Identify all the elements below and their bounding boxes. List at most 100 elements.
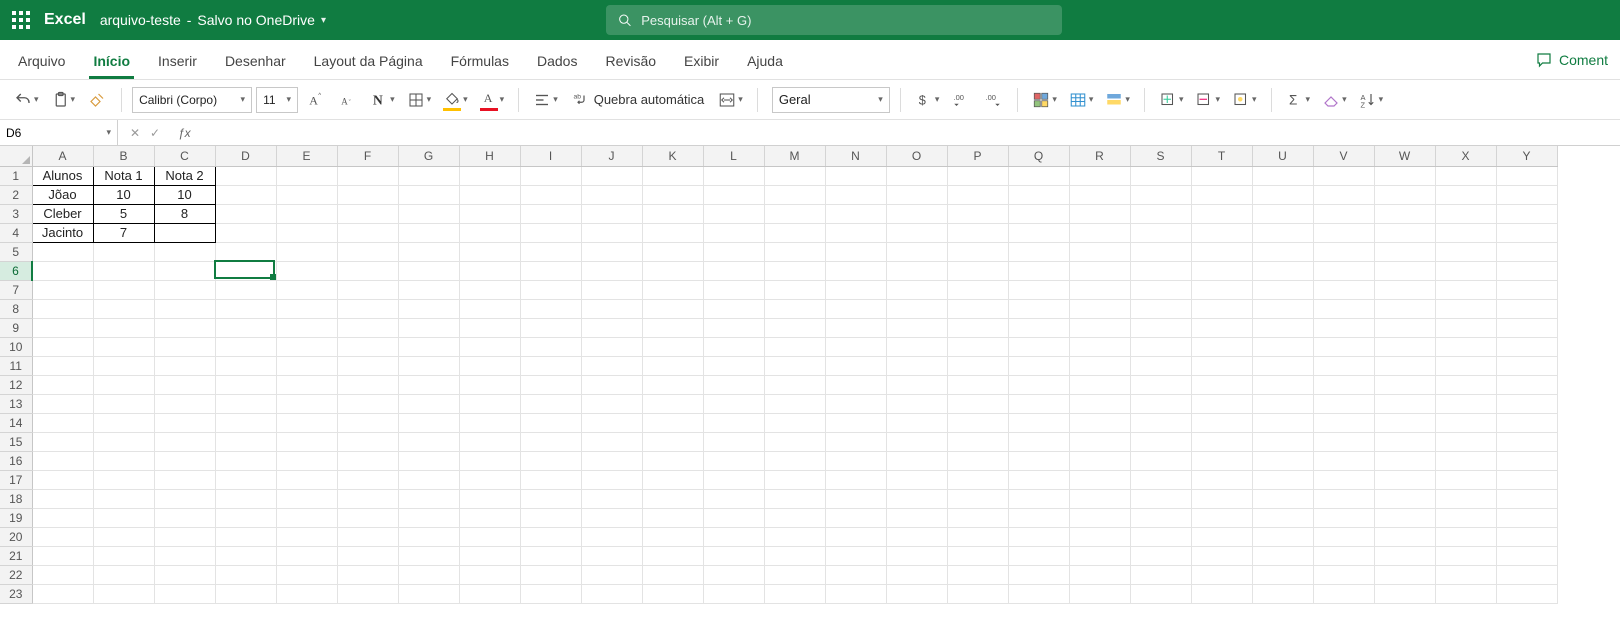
cell-S13[interactable]	[1130, 394, 1191, 413]
cell-C8[interactable]	[154, 299, 215, 318]
cell-J9[interactable]	[581, 318, 642, 337]
cell-I21[interactable]	[520, 546, 581, 565]
cell-S15[interactable]	[1130, 432, 1191, 451]
cell-N1[interactable]	[825, 166, 886, 185]
cell-Y18[interactable]	[1496, 489, 1557, 508]
cell-G6[interactable]	[398, 261, 459, 280]
cell-G20[interactable]	[398, 527, 459, 546]
cell-D7[interactable]	[215, 280, 276, 299]
cell-O22[interactable]	[886, 565, 947, 584]
cell-M14[interactable]	[764, 413, 825, 432]
cell-T23[interactable]	[1191, 584, 1252, 603]
cell-H21[interactable]	[459, 546, 520, 565]
cell-C13[interactable]	[154, 394, 215, 413]
cell-F15[interactable]	[337, 432, 398, 451]
name-box-input[interactable]	[6, 126, 66, 140]
cell-P1[interactable]	[947, 166, 1008, 185]
cell-V19[interactable]	[1313, 508, 1374, 527]
cell-Q20[interactable]	[1008, 527, 1069, 546]
cell-styles-button[interactable]: ▾	[1101, 86, 1134, 114]
cell-K9[interactable]	[642, 318, 703, 337]
col-header-M[interactable]: M	[764, 146, 825, 166]
cell-X3[interactable]	[1435, 204, 1496, 223]
cell-M13[interactable]	[764, 394, 825, 413]
cell-X7[interactable]	[1435, 280, 1496, 299]
cell-E23[interactable]	[276, 584, 337, 603]
cell-F12[interactable]	[337, 375, 398, 394]
cell-J10[interactable]	[581, 337, 642, 356]
cell-W10[interactable]	[1374, 337, 1435, 356]
cell-K7[interactable]	[642, 280, 703, 299]
cell-U12[interactable]	[1252, 375, 1313, 394]
cell-Q22[interactable]	[1008, 565, 1069, 584]
cell-D23[interactable]	[215, 584, 276, 603]
undo-button[interactable]: ▾	[10, 86, 43, 114]
cell-U11[interactable]	[1252, 356, 1313, 375]
cell-F8[interactable]	[337, 299, 398, 318]
row-header-9[interactable]: 9	[0, 318, 32, 337]
cell-Y13[interactable]	[1496, 394, 1557, 413]
cell-O15[interactable]	[886, 432, 947, 451]
cell-W1[interactable]	[1374, 166, 1435, 185]
cell-C6[interactable]	[154, 261, 215, 280]
cell-Y2[interactable]	[1496, 185, 1557, 204]
cell-L15[interactable]	[703, 432, 764, 451]
cell-R3[interactable]	[1069, 204, 1130, 223]
cell-H1[interactable]	[459, 166, 520, 185]
cell-Q3[interactable]	[1008, 204, 1069, 223]
cell-L14[interactable]	[703, 413, 764, 432]
cell-W14[interactable]	[1374, 413, 1435, 432]
wrap-text-button[interactable]: abQuebra automática	[566, 86, 711, 114]
cell-C2[interactable]: 10	[154, 185, 215, 204]
cell-I4[interactable]	[520, 223, 581, 242]
cell-I19[interactable]	[520, 508, 581, 527]
cell-I23[interactable]	[520, 584, 581, 603]
cell-G19[interactable]	[398, 508, 459, 527]
cell-R1[interactable]	[1069, 166, 1130, 185]
cell-B2[interactable]: 10	[93, 185, 154, 204]
cell-R8[interactable]	[1069, 299, 1130, 318]
cell-Y8[interactable]	[1496, 299, 1557, 318]
cell-V21[interactable]	[1313, 546, 1374, 565]
format-painter-button[interactable]	[83, 86, 111, 114]
cell-J7[interactable]	[581, 280, 642, 299]
cell-D3[interactable]	[215, 204, 276, 223]
cell-B20[interactable]	[93, 527, 154, 546]
cell-B6[interactable]	[93, 261, 154, 280]
cell-L11[interactable]	[703, 356, 764, 375]
cell-W19[interactable]	[1374, 508, 1435, 527]
cell-A11[interactable]	[32, 356, 93, 375]
cell-O12[interactable]	[886, 375, 947, 394]
cell-V15[interactable]	[1313, 432, 1374, 451]
cell-V4[interactable]	[1313, 223, 1374, 242]
cell-M23[interactable]	[764, 584, 825, 603]
cell-M21[interactable]	[764, 546, 825, 565]
name-box[interactable]: ▾	[0, 120, 118, 145]
cell-V7[interactable]	[1313, 280, 1374, 299]
cell-K6[interactable]	[642, 261, 703, 280]
cell-D13[interactable]	[215, 394, 276, 413]
cell-J3[interactable]	[581, 204, 642, 223]
cell-R7[interactable]	[1069, 280, 1130, 299]
insert-cells-button[interactable]: ▾	[1155, 86, 1188, 114]
cell-H11[interactable]	[459, 356, 520, 375]
cell-P7[interactable]	[947, 280, 1008, 299]
tab-exibir[interactable]: Exibir	[670, 45, 733, 79]
cell-Y7[interactable]	[1496, 280, 1557, 299]
cell-P14[interactable]	[947, 413, 1008, 432]
cell-C22[interactable]	[154, 565, 215, 584]
cell-Q16[interactable]	[1008, 451, 1069, 470]
cell-R10[interactable]	[1069, 337, 1130, 356]
cell-L12[interactable]	[703, 375, 764, 394]
cell-S20[interactable]	[1130, 527, 1191, 546]
cell-M18[interactable]	[764, 489, 825, 508]
cell-A15[interactable]	[32, 432, 93, 451]
cell-K20[interactable]	[642, 527, 703, 546]
cell-U23[interactable]	[1252, 584, 1313, 603]
cell-D2[interactable]	[215, 185, 276, 204]
cell-V10[interactable]	[1313, 337, 1374, 356]
cell-R16[interactable]	[1069, 451, 1130, 470]
cell-T6[interactable]	[1191, 261, 1252, 280]
cell-A7[interactable]	[32, 280, 93, 299]
cell-S10[interactable]	[1130, 337, 1191, 356]
